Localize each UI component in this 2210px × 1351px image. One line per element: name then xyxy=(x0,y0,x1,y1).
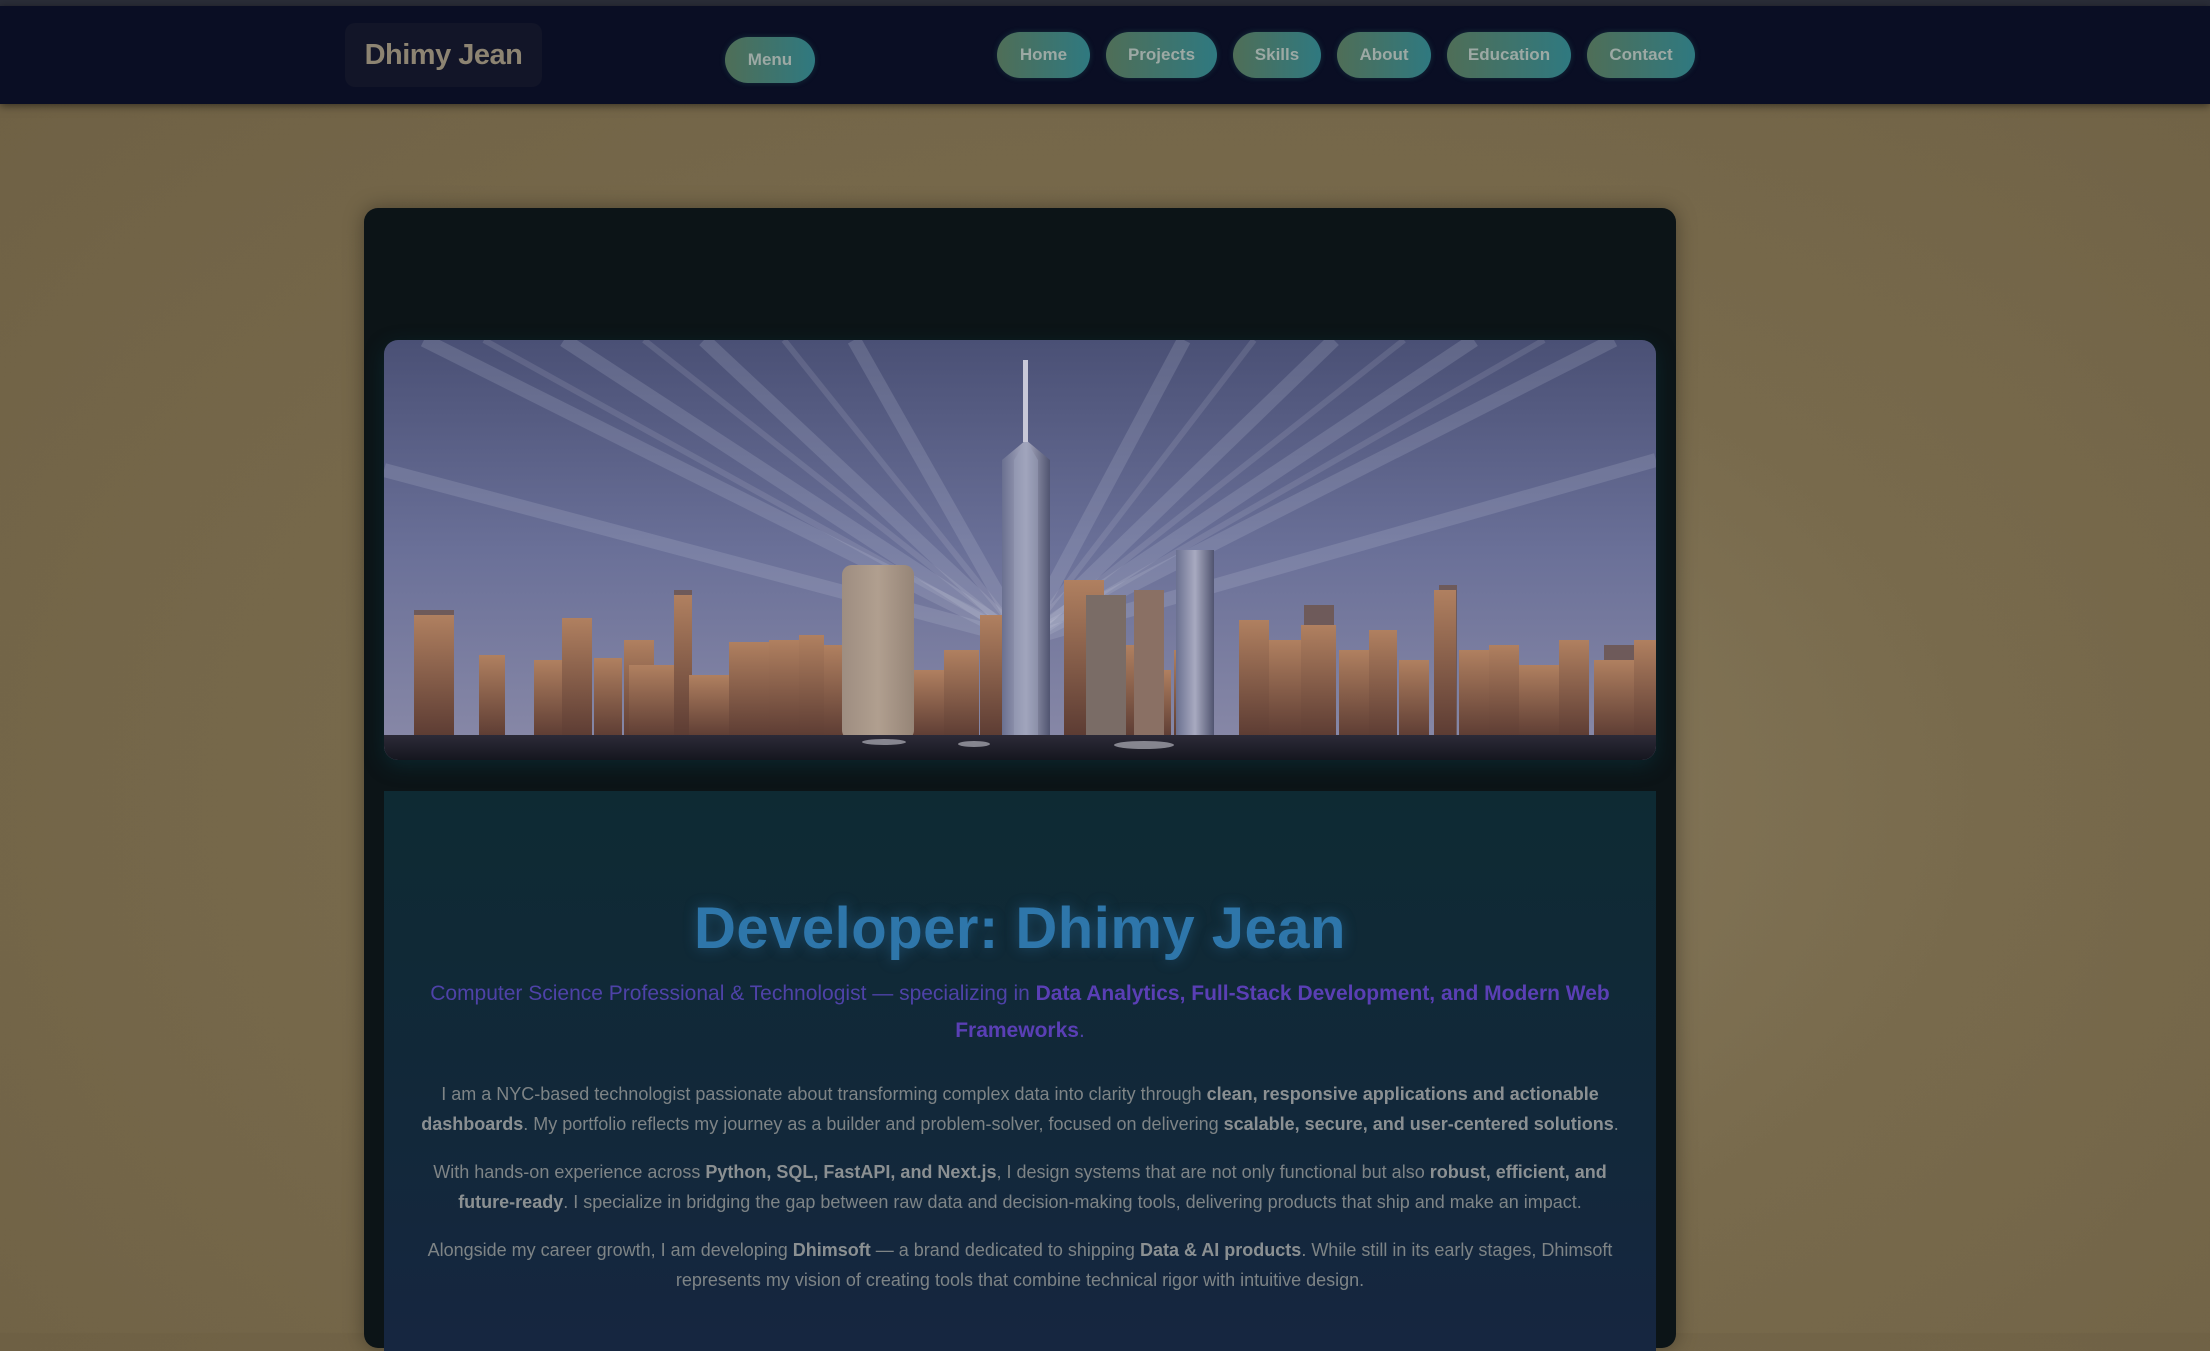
p3-text-1: Alongside my career growth, I am develop… xyxy=(427,1240,793,1260)
p3-bold-1: Dhimsoft xyxy=(792,1240,871,1260)
subtitle-highlight: Data Analytics, Full-Stack Development, … xyxy=(955,982,1610,1042)
hero-card: Developer: Dhimy Jean Computer Science P… xyxy=(364,208,1676,1351)
nav-home[interactable]: Home xyxy=(997,32,1090,78)
nav-contact[interactable]: Contact xyxy=(1587,32,1695,78)
intro-paragraph-1: I am a NYC-based technologist passionate… xyxy=(404,1079,1636,1139)
city-skyline-image xyxy=(384,340,1656,760)
nav-skills[interactable]: Skills xyxy=(1233,32,1321,78)
subtitle-text: Computer Science Professional & Technolo… xyxy=(430,982,1036,1005)
p2-text-1: With hands-on experience across xyxy=(433,1162,706,1182)
p2-text-3: . I specialize in bridging the gap betwe… xyxy=(563,1192,1582,1212)
intro-paragraph-2: With hands-on experience across Python, … xyxy=(404,1157,1636,1217)
p3-text-2: — a brand dedicated to shipping xyxy=(870,1240,1140,1260)
p3-bold-2: Data & AI products xyxy=(1139,1240,1302,1260)
page-title: Developer: Dhimy Jean xyxy=(694,896,1346,961)
subtitle-end: . xyxy=(1078,1019,1085,1042)
p2-bold-1: Python, SQL, FastAPI, and Next.js xyxy=(705,1162,997,1182)
menu-button[interactable]: Menu xyxy=(725,37,815,83)
nav-education[interactable]: Education xyxy=(1447,32,1571,78)
intro-section: Developer: Dhimy Jean Computer Science P… xyxy=(384,791,1656,1351)
brand-logo[interactable]: Dhimy Jean xyxy=(345,23,542,87)
nav-projects[interactable]: Projects xyxy=(1106,32,1217,78)
site-header: Dhimy Jean Menu Home Projects Skills Abo… xyxy=(0,6,2210,104)
nav-about[interactable]: About xyxy=(1337,32,1431,78)
p1-text-2: . My portfolio reflects my journey as a … xyxy=(523,1114,1224,1134)
page-subtitle: Computer Science Professional & Technolo… xyxy=(424,975,1616,1049)
p2-text-2: , I design systems that are not only fun… xyxy=(996,1162,1430,1182)
p1-bold-2: scalable, secure, and user-centered solu… xyxy=(1223,1114,1614,1134)
p1-text-1: I am a NYC-based technologist passionate… xyxy=(441,1084,1207,1104)
p1-text-3: . xyxy=(1613,1114,1619,1134)
intro-paragraph-3: Alongside my career growth, I am develop… xyxy=(404,1235,1636,1295)
